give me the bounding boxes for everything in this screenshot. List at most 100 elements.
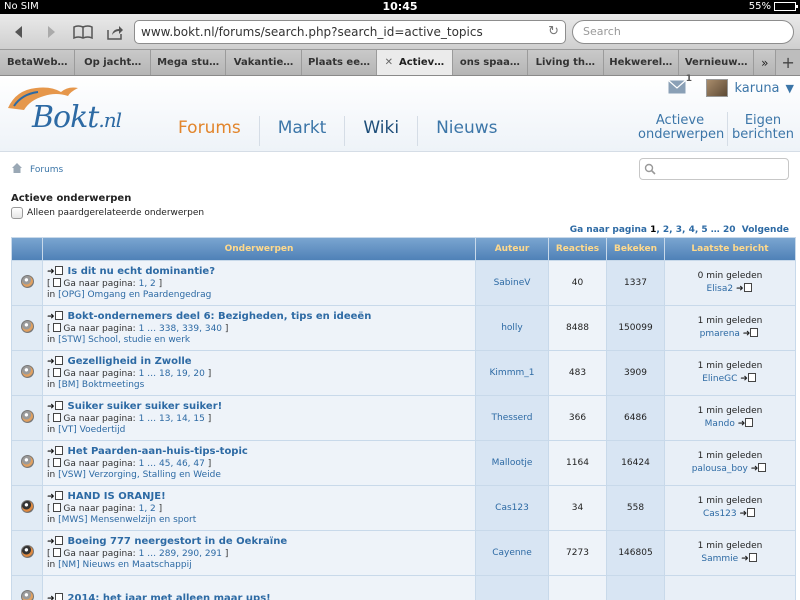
goto-last-post-icon[interactable]: ➜ (743, 328, 761, 339)
forum-link[interactable]: [MWS] Mensenwelzijn en sport (58, 515, 196, 525)
filter-checkbox[interactable] (11, 207, 23, 219)
browser-search-input[interactable]: Search (572, 19, 794, 44)
breadcrumb[interactable]: Forums (30, 165, 63, 175)
unread-arrow-icon[interactable]: ➜ (47, 536, 65, 547)
pager-page-link[interactable]: 2 (663, 225, 669, 235)
pager-page-link[interactable]: 5 (701, 225, 707, 235)
author-link[interactable]: Thesserd (492, 413, 533, 423)
nav-forums[interactable]: Forums (160, 116, 260, 146)
goto-last-post-icon[interactable]: ➜ (741, 553, 759, 564)
tab-vakantie[interactable]: Vakantie… (226, 50, 302, 75)
topic-page-links[interactable]: 1 … 45, 46, 47 (139, 459, 205, 469)
tab-op-jacht[interactable]: Op jacht… (75, 50, 151, 75)
goto-last-post-icon[interactable]: ➜ (740, 508, 758, 519)
last-post-author[interactable]: ElineGC (702, 374, 737, 384)
topic-title-link[interactable]: ➜ Boeing 777 neergestort in de Oekraïne (47, 536, 471, 547)
topic-title-link[interactable]: ➜ HAND IS ORANJE! (47, 491, 471, 502)
nav-markt[interactable]: Markt (260, 116, 346, 146)
forum-link[interactable]: [STW] School, studie en werk (58, 335, 190, 345)
mail-icon[interactable] (668, 80, 686, 94)
bookmarks-button[interactable] (70, 20, 96, 44)
unread-arrow-icon[interactable]: ➜ (47, 592, 65, 600)
pager-next-link[interactable]: Volgende (742, 225, 789, 235)
unread-arrow-icon[interactable]: ➜ (47, 311, 65, 322)
last-post-author[interactable]: Cas123 (703, 509, 737, 519)
topic-title-link[interactable]: ➜ Suiker suiker suiker suiker! (47, 401, 471, 412)
author-link[interactable]: Cayenne (492, 548, 532, 558)
author-link[interactable]: holly (501, 323, 523, 333)
last-post-author[interactable]: Elisa2 (706, 284, 733, 294)
author-link[interactable]: Kimmm_1 (490, 368, 535, 378)
tab-plaats[interactable]: Plaats ee… (301, 50, 378, 75)
nav-nieuws[interactable]: Nieuws (418, 116, 515, 146)
author-link[interactable]: SabineV (494, 278, 531, 288)
unread-arrow-icon[interactable]: ➜ (47, 446, 65, 457)
tab-living[interactable]: Living th… (528, 50, 604, 75)
topic-title-link[interactable]: ➜ 2014: het jaar met alleen maar ups! (47, 592, 471, 600)
topic-title-link[interactable]: ➜ Gezelligheid in Zwolle (47, 356, 471, 367)
reload-icon[interactable]: ↻ (548, 24, 559, 39)
forum-link[interactable]: [VT] Voedertijd (58, 425, 125, 435)
user-menu[interactable]: karuna ▼ (706, 79, 794, 97)
horse-filter[interactable]: Alleen paardgerelateerde onderwerpen (11, 207, 789, 219)
last-post-author[interactable]: pmarena (700, 329, 740, 339)
forward-button[interactable] (38, 20, 64, 44)
topic-page-links[interactable]: 1 … 13, 14, 15 (139, 414, 205, 424)
own-posts-link[interactable]: Eigen berichten (730, 114, 796, 142)
forum-link[interactable]: [OPG] Omgang en Paardengedrag (58, 290, 211, 300)
topic-title-link[interactable]: ➜ Is dit nu echt dominantie? (47, 266, 471, 277)
pager-page-link[interactable]: 3 (676, 225, 682, 235)
active-topics-link[interactable]: Actieve onderwerpen (638, 114, 724, 142)
topic-page-links[interactable]: 1 … 289, 290, 291 (139, 549, 222, 559)
last-post-author[interactable]: Mando (705, 419, 735, 429)
goto-last-post-icon[interactable]: ➜ (751, 463, 769, 474)
tab-ons-spaa[interactable]: ons spaa… (452, 50, 529, 75)
close-tab-icon[interactable]: ✕ (385, 57, 393, 68)
topic-title-link[interactable]: ➜ Het Paarden-aan-huis-tips-topic (47, 446, 471, 457)
goto-last-post-icon[interactable]: ➜ (736, 283, 754, 294)
last-post-author[interactable]: Sammie (701, 554, 738, 564)
add-tab-button[interactable]: + (776, 50, 800, 75)
author-link[interactable]: Mallootje (492, 458, 533, 468)
topic-status-cell (12, 486, 42, 530)
last-post-cell: 1 min geleden pmarena ➜ (665, 306, 795, 350)
forum-link[interactable]: [NM] Nieuws en Maatschappij (58, 560, 191, 570)
tab-betaweb[interactable]: BetaWeb… (0, 50, 76, 75)
back-button[interactable] (6, 20, 32, 44)
page-title: Actieve onderwerpen (11, 193, 132, 204)
topic-page-links[interactable]: 1, 2 (139, 279, 156, 289)
mail-count-badge: 1 (685, 74, 692, 84)
pager-last-link[interactable]: 20 (723, 225, 736, 235)
unread-arrow-icon[interactable]: ➜ (47, 491, 65, 502)
replies-cell: 8488 (549, 306, 606, 350)
tab-actieve[interactable]: ✕ Actiev… (377, 50, 453, 75)
pager-page-link[interactable]: 4 (689, 225, 695, 235)
topic-status-cell (12, 351, 42, 395)
more-tabs-button[interactable]: » (754, 50, 777, 75)
topic-page-links[interactable]: 1, 2 (139, 504, 156, 514)
site-search-input[interactable] (639, 158, 789, 180)
author-cell: Mallootje (476, 441, 548, 485)
topic-page-links[interactable]: 1 … 338, 339, 340 (139, 324, 222, 334)
replies-cell: 366 (549, 396, 606, 440)
goto-last-post-icon[interactable]: ➜ (738, 418, 756, 429)
topic-title-link[interactable]: ➜ Bokt-ondernemers deel 6: Bezigheden, t… (47, 311, 471, 322)
bokt-logo[interactable]: Bokt.nl (6, 82, 156, 135)
tab-mega-stu[interactable]: Mega stu… (150, 50, 227, 75)
nav-wiki[interactable]: Wiki (345, 116, 419, 146)
forum-link[interactable]: [VSW] Verzorging, Stalling en Weide (58, 470, 221, 480)
share-button[interactable] (102, 20, 128, 44)
tab-label: Mega stu… (157, 57, 220, 68)
address-bar[interactable]: www.bokt.nl/forums/search.php?search_id=… (134, 19, 566, 44)
last-post-author[interactable]: palousa_boy (692, 464, 748, 474)
home-icon[interactable] (11, 162, 23, 174)
forum-link[interactable]: [BM] Boktmeetings (58, 380, 144, 390)
goto-last-post-icon[interactable]: ➜ (740, 373, 758, 384)
unread-arrow-icon[interactable]: ➜ (47, 401, 65, 412)
author-link[interactable]: Cas123 (495, 503, 529, 513)
topic-page-links[interactable]: 1 … 18, 19, 20 (139, 369, 205, 379)
unread-arrow-icon[interactable]: ➜ (47, 266, 65, 277)
unread-arrow-icon[interactable]: ➜ (47, 356, 65, 367)
tab-vernieuw[interactable]: Vernieuw… (678, 50, 755, 75)
tab-hekwerel[interactable]: Hekwerel… (603, 50, 679, 75)
